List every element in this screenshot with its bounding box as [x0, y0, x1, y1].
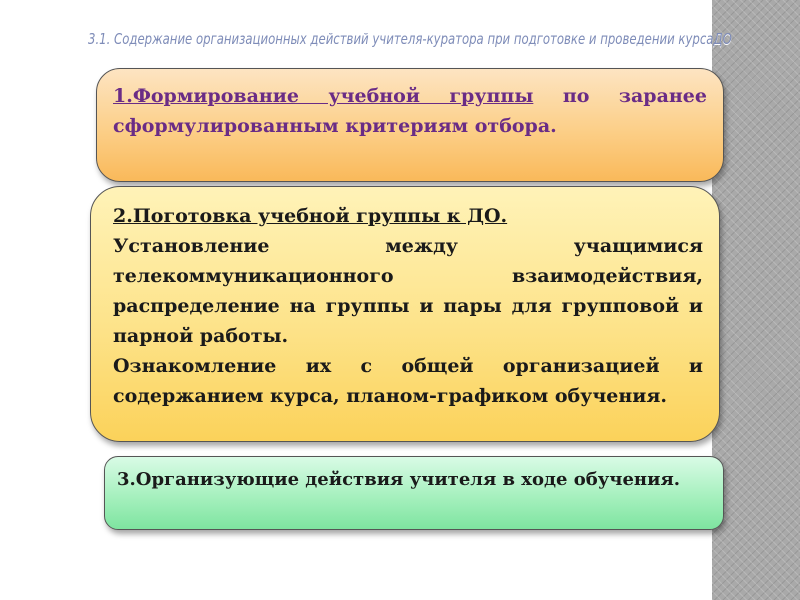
step-1-underlined-heading: 1.Формирование учебной группы	[113, 85, 534, 107]
step-3-text: 3.Организующие действия учителя в ходе о…	[117, 469, 681, 490]
slide-title: 3.1. Содержание организационных действий…	[88, 30, 732, 48]
step-2-paragraph-1: Установление между учащимися телекоммуни…	[113, 235, 703, 347]
step-3-box: 3.Организующие действия учителя в ходе о…	[104, 456, 724, 530]
step-1-text: 1.Формирование учебной группы по заранее…	[113, 81, 707, 141]
step-2-heading: 2.Поготовка учебной группы к ДО.	[113, 201, 703, 231]
step-2-box: 2.Поготовка учебной группы к ДО. Установ…	[90, 186, 720, 442]
step-1-box: 1.Формирование учебной группы по заранее…	[96, 68, 724, 182]
side-pattern-strip	[712, 0, 800, 600]
step-2-paragraph-2: Ознакомление их с общей организацией и с…	[113, 355, 703, 407]
step-2-heading-text: 2.Поготовка учебной группы к ДО.	[113, 205, 508, 227]
